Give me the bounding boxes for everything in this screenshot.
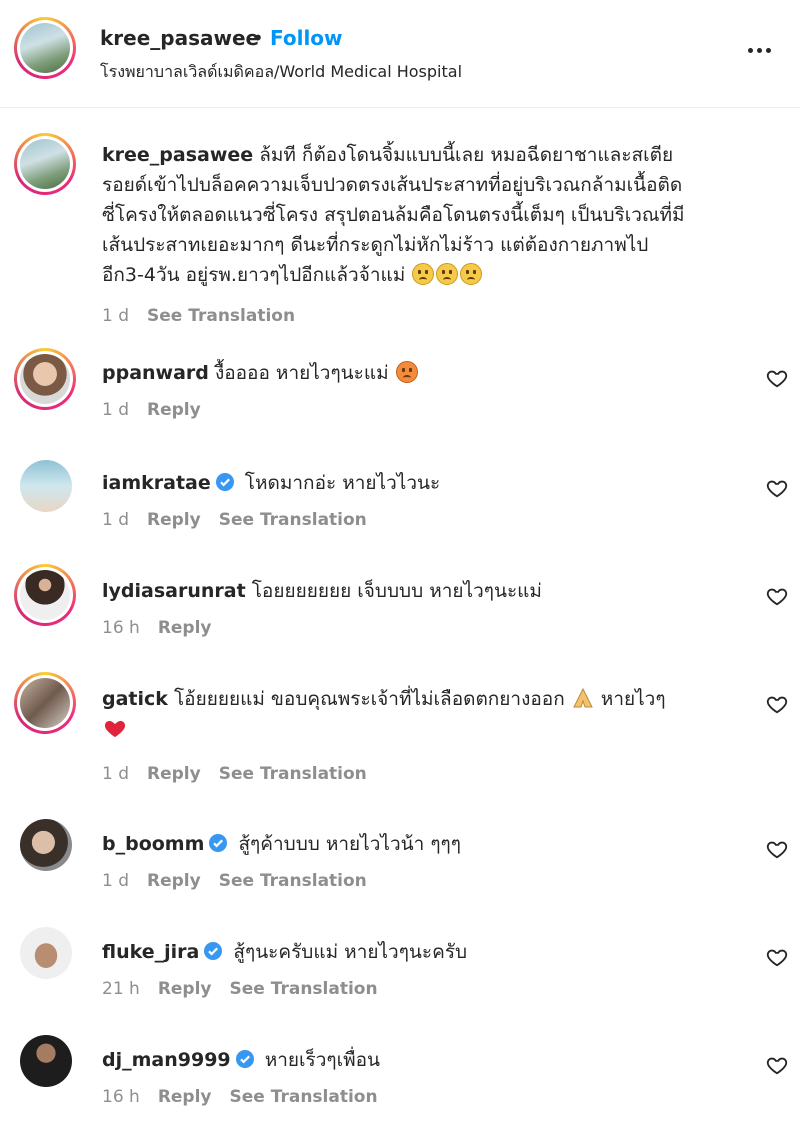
- timestamp: 21 h: [102, 979, 140, 999]
- caption-username[interactable]: kree_pasawee: [102, 144, 253, 166]
- timestamp: 1 d: [102, 306, 130, 326]
- comment-text: gatick โอ้ยยยยแม่ ขอบคุณพระเจ้าที่ไม่เลื…: [102, 684, 666, 744]
- post-location[interactable]: โรงพยาบาลเวิลด์เมดิคอล/World Medical Hos…: [100, 60, 462, 85]
- commenter-avatar[interactable]: [20, 460, 72, 512]
- comment-text: dj_man9999 หายเร็วๆเพื่อน: [102, 1045, 380, 1075]
- comment-username[interactable]: lydiasarunrat: [102, 580, 246, 602]
- caption-line: อีก3-4วัน อยู่รพ.ยาวๆไปอีกแล้วจ้าแม่: [102, 264, 406, 286]
- timestamp: 16 h: [102, 1087, 140, 1107]
- caption-line: รอยด์เข้าไปบล็อคความเจ็บปวดตรงเส้นประสาท…: [102, 174, 683, 196]
- folded-hands-emoji-icon: [572, 687, 593, 708]
- timestamp: 1 d: [102, 510, 130, 530]
- reply-button[interactable]: Reply: [147, 764, 201, 784]
- see-translation-button[interactable]: See Translation: [230, 979, 378, 999]
- comment-text: fluke_jira สู้ๆนะครับแม่ หายไวๆนะครับ: [102, 937, 467, 967]
- caption-text: kree_pasawee ล้มที ก็ต้องโดนจิ้มแบบนี้เล…: [102, 140, 685, 290]
- timestamp: 1 d: [102, 400, 130, 420]
- comment-username[interactable]: dj_man9999: [102, 1049, 231, 1071]
- comment-content: โอยยยยยยย เจ็บบบบ หายไวๆนะแม่: [251, 580, 542, 602]
- verified-badge-icon: [209, 834, 228, 852]
- reply-button[interactable]: Reply: [158, 1087, 212, 1107]
- commenter-avatar[interactable]: [14, 348, 76, 410]
- comment-item: gatick โอ้ยยยยแม่ ขอบคุณพระเจ้าที่ไม่เลื…: [0, 672, 800, 819]
- commenter-avatar[interactable]: [20, 927, 72, 979]
- comment-text: iamkratae โหดมากอ่ะ หายไวไวนะ: [102, 468, 440, 498]
- reply-button[interactable]: Reply: [158, 618, 212, 638]
- verified-badge-icon: [235, 1050, 254, 1068]
- commenter-avatar[interactable]: [14, 672, 76, 734]
- comment-meta: 1 d Reply See Translation: [102, 510, 385, 530]
- verified-badge-icon: [204, 942, 223, 960]
- comment-text: ppanward งื้ออออ หายไวๆนะแม่: [102, 358, 419, 388]
- post-author-username[interactable]: kree_pasawee: [100, 26, 259, 50]
- like-heart-icon[interactable]: [766, 367, 788, 389]
- comment-text: b_boomm สู้ๆค้าบบบ หายไวไวน้า ๆๆๆ: [102, 829, 461, 859]
- see-translation-button[interactable]: See Translation: [147, 306, 295, 326]
- sad-face-emoji-icon: [460, 263, 483, 285]
- commenter-avatar[interactable]: [20, 1035, 72, 1087]
- comment-meta: 21 h Reply See Translation: [102, 979, 396, 999]
- caption-meta: 1 d See Translation: [102, 306, 313, 326]
- follow-button[interactable]: Follow: [270, 26, 343, 50]
- comment-meta: 16 h Reply See Translation: [102, 1087, 396, 1107]
- comment-content: หายไวๆ: [600, 688, 666, 710]
- like-heart-icon[interactable]: [766, 693, 788, 715]
- more-options-icon[interactable]: [748, 40, 778, 60]
- comment-content: โอ้ยยยยแม่ ขอบคุณพระเจ้าที่ไม่เลือดตกยาง…: [173, 688, 565, 710]
- comment-meta: 16 h Reply: [102, 618, 230, 638]
- like-heart-icon[interactable]: [766, 477, 788, 499]
- comment-username[interactable]: fluke_jira: [102, 941, 199, 963]
- angry-face-emoji-icon: [395, 361, 418, 383]
- caption-line: ซี่โครงให้ตลอดแนวซี่โครง สรุปตอนล้มคือโด…: [102, 204, 685, 226]
- see-translation-button[interactable]: See Translation: [230, 1087, 378, 1107]
- comment-username[interactable]: b_boomm: [102, 833, 204, 855]
- caption-block: kree_pasawee ล้มที ก็ต้องโดนจิ้มแบบนี้เล…: [0, 108, 800, 348]
- post-author-avatar[interactable]: [14, 17, 76, 79]
- see-translation-button[interactable]: See Translation: [219, 510, 367, 530]
- comment-item: b_boomm สู้ๆค้าบบบ หายไวไวน้า ๆๆๆ 1 d Re…: [0, 819, 800, 927]
- like-heart-icon[interactable]: [766, 585, 788, 607]
- sad-face-emoji-icon: [412, 263, 435, 285]
- reply-button[interactable]: Reply: [147, 400, 201, 420]
- comment-meta: 1 d Reply See Translation: [102, 764, 385, 784]
- comment-content: สู้ๆค้าบบบ หายไวไวน้า ๆๆๆ: [238, 833, 461, 855]
- sad-face-emoji-icon: [436, 263, 459, 285]
- verified-badge-icon: [215, 473, 234, 491]
- see-translation-button[interactable]: See Translation: [219, 764, 367, 784]
- like-heart-icon[interactable]: [766, 946, 788, 968]
- comment-content: หายเร็วๆเพื่อน: [264, 1049, 381, 1071]
- like-heart-icon[interactable]: [766, 838, 788, 860]
- comment-username[interactable]: iamkratae: [102, 472, 211, 494]
- commenter-avatar[interactable]: [20, 819, 72, 871]
- comment-username[interactable]: ppanward: [102, 362, 209, 384]
- comment-item: lydiasarunrat โอยยยยยยย เจ็บบบบ หายไวๆนะ…: [0, 564, 800, 674]
- timestamp: 1 d: [102, 871, 130, 891]
- post-header: kree_pasawee • Follow โรงพยาบาลเวิลด์เมด…: [0, 0, 800, 108]
- caption-author-avatar[interactable]: [14, 133, 76, 195]
- timestamp: 1 d: [102, 764, 130, 784]
- comment-content: โหดมากอ่ะ หายไวไวนะ: [244, 472, 441, 494]
- heart-emoji-icon: [104, 721, 126, 737]
- comment-username[interactable]: gatick: [102, 688, 168, 710]
- commenter-avatar[interactable]: [14, 564, 76, 626]
- comment-item: iamkratae โหดมากอ่ะ หายไวไวนะ 1 d Reply …: [0, 458, 800, 566]
- reply-button[interactable]: Reply: [158, 979, 212, 999]
- like-heart-icon[interactable]: [766, 1054, 788, 1076]
- see-translation-button[interactable]: See Translation: [219, 871, 367, 891]
- reply-button[interactable]: Reply: [147, 871, 201, 891]
- caption-line: ล้มที ก็ต้องโดนจิ้มแบบนี้เลย หมอฉีดยาชาแ…: [259, 144, 674, 166]
- comment-item: fluke_jira สู้ๆนะครับแม่ หายไวๆนะครับ 21…: [0, 927, 800, 1035]
- caption-line: เส้นประสาทเยอะมากๆ ดีนะที่กระดูกไม่หักไม…: [102, 234, 649, 256]
- comment-item: ppanward งื้ออออ หายไวๆนะแม่ 1 d Reply: [0, 348, 800, 458]
- timestamp: 16 h: [102, 618, 140, 638]
- comment-text: lydiasarunrat โอยยยยยยย เจ็บบบบ หายไวๆนะ…: [102, 576, 542, 606]
- separator-dot: •: [252, 26, 264, 50]
- comment-meta: 1 d Reply See Translation: [102, 871, 385, 891]
- reply-button[interactable]: Reply: [147, 510, 201, 530]
- comment-meta: 1 d Reply: [102, 400, 219, 420]
- comment-content: สู้ๆนะครับแม่ หายไวๆนะครับ: [233, 941, 468, 963]
- comment-item: dj_man9999 หายเร็วๆเพื่อน 16 h Reply See…: [0, 1035, 800, 1135]
- comment-content: งื้ออออ หายไวๆนะแม่: [214, 362, 389, 384]
